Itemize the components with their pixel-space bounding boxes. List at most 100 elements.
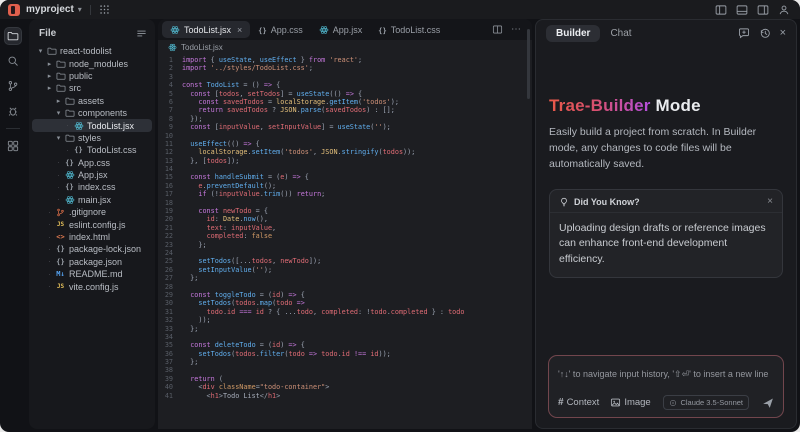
- folder-icon: [54, 59, 67, 69]
- tree-item-styles[interactable]: ▾ styles: [32, 132, 152, 144]
- tree-item-package-json[interactable]: · {} package.json: [32, 256, 152, 268]
- apps-grid-icon[interactable]: [99, 4, 110, 15]
- tree-item-todolist-css[interactable]: · {} TodoList.css: [32, 144, 152, 156]
- code-line: 13 }, [todos]);: [164, 156, 240, 165]
- code-line: 22 completed: false: [164, 232, 273, 241]
- editor-tab-app-jsx[interactable]: App.jsx: [311, 21, 371, 38]
- builder-heading-gradient: Trae-Builder: [549, 96, 651, 115]
- builder-heading: Trae-Builder Mode: [549, 96, 783, 116]
- code-line: 27 };: [164, 274, 199, 283]
- code-area[interactable]: 1 import { useState, useEffect } from 're…: [158, 54, 532, 429]
- titlebar-right-icons: [715, 4, 790, 16]
- search-icon[interactable]: [4, 52, 22, 70]
- tree-item--gitignore[interactable]: · .gitignore: [32, 206, 152, 218]
- file-label: index.css: [78, 182, 116, 193]
- editor-tab-todolist-jsx[interactable]: TodoList.jsx ×: [162, 21, 251, 38]
- file-bullet: ·: [48, 244, 51, 254]
- tree-item-react-todolist[interactable]: ▾ react-todolist: [32, 45, 152, 57]
- tab-label: TodoList.jsx: [184, 24, 232, 35]
- code-line: 15 const handleSubmit = (e) => {: [164, 173, 309, 182]
- code-line: 16 e.preventDefault();: [164, 181, 277, 190]
- tree-item-readme-md[interactable]: · M↓ README.md: [32, 268, 152, 280]
- did-you-know-card: Did You Know? × Uploading design drafts …: [549, 189, 783, 278]
- tip-close-icon[interactable]: ×: [767, 196, 773, 207]
- files-icon[interactable]: [4, 27, 22, 45]
- tab-builder[interactable]: Builder: [546, 24, 601, 42]
- tree-item-index-html[interactable]: · <> index.html: [32, 231, 152, 243]
- breadcrumb-file: TodoList.jsx: [181, 42, 223, 52]
- tree-item-todolist-jsx[interactable]: · TodoList.jsx: [32, 119, 152, 132]
- file-label: package-lock.json: [69, 244, 142, 255]
- close-tab-icon[interactable]: ×: [237, 25, 242, 35]
- tree-item-eslint-config-js[interactable]: · JS eslint.config.js: [32, 218, 152, 230]
- tree-item-components[interactable]: ▾ components: [32, 107, 152, 119]
- file-label: node_modules: [69, 58, 129, 69]
- source-control-icon[interactable]: [4, 77, 22, 95]
- code-line: 24: [164, 248, 173, 257]
- file-label: index.html: [69, 232, 111, 243]
- explorer-options-icon[interactable]: [136, 28, 147, 39]
- code-line: 19 const newTodo = {: [164, 207, 268, 216]
- extensions-icon[interactable]: [4, 137, 22, 155]
- file-bullet: ·: [48, 207, 51, 217]
- project-name[interactable]: myproject: [26, 4, 74, 15]
- image-button[interactable]: Image: [610, 397, 651, 408]
- context-button[interactable]: # Context: [558, 397, 599, 408]
- send-icon[interactable]: [762, 397, 774, 409]
- trae-logo-icon[interactable]: [8, 3, 20, 16]
- chevron-down-icon[interactable]: ▾: [78, 5, 82, 14]
- tree-item-assets[interactable]: ▸ assets: [32, 95, 152, 107]
- split-editor-icon[interactable]: [492, 24, 503, 35]
- js-icon: JS: [56, 221, 65, 229]
- file-label: App.css: [78, 157, 111, 168]
- tree-item-main-jsx[interactable]: · main.jsx: [32, 194, 152, 206]
- code-line: 39 return (: [164, 374, 223, 383]
- panel-bottom-icon[interactable]: [736, 4, 748, 16]
- file-label: README.md: [69, 269, 123, 280]
- tree-item-src[interactable]: ▸ src: [32, 82, 152, 94]
- file-bullet: ·: [66, 121, 69, 131]
- editor-tab-app-css[interactable]: {} App.css: [250, 21, 310, 38]
- chat-input-box[interactable]: # Context Image Claude 3.5-Sonnet: [548, 355, 784, 418]
- history-icon[interactable]: [759, 27, 771, 39]
- react-icon: [72, 121, 85, 131]
- builder-header-icons: ×: [738, 27, 786, 39]
- panel-right-icon[interactable]: [757, 4, 769, 16]
- code-line: 14: [164, 165, 173, 174]
- tree-item-vite-config-js[interactable]: · JS vite.config.js: [32, 280, 152, 292]
- chat-input[interactable]: [558, 369, 774, 379]
- close-icon[interactable]: ×: [780, 27, 786, 39]
- model-selector[interactable]: Claude 3.5-Sonnet: [663, 395, 749, 410]
- debug-icon[interactable]: [4, 102, 22, 120]
- tree-item-app-css[interactable]: · {} App.css: [32, 157, 152, 169]
- tree-item-app-jsx[interactable]: · App.jsx: [32, 169, 152, 181]
- chevron-down-icon: ▾: [56, 134, 61, 142]
- code-line: 6 const savedTodos = localStorage.getIte…: [168, 97, 399, 106]
- new-chat-icon[interactable]: [738, 27, 750, 39]
- tree-item-node-modules[interactable]: ▸ node_modules: [32, 57, 152, 69]
- code-line: 36 setTodos(todos.filter(todo => todo.id…: [164, 349, 391, 358]
- tab-chat[interactable]: Chat: [600, 25, 641, 42]
- breadcrumb[interactable]: TodoList.jsx: [158, 40, 532, 54]
- editor-tab-todolist-css[interactable]: {} TodoList.css: [370, 21, 448, 38]
- file-label: styles: [78, 132, 102, 143]
- react-icon: [170, 25, 180, 35]
- folder-icon: [45, 46, 58, 56]
- editor-scrollbar[interactable]: [527, 29, 530, 99]
- more-actions-icon[interactable]: ⋯: [511, 24, 522, 35]
- account-icon[interactable]: [778, 4, 790, 16]
- code-line: 21 text: inputValue,: [164, 223, 277, 232]
- tree-item-public[interactable]: ▸ public: [32, 70, 152, 82]
- code-line: 4 const TodoList = () => {: [168, 81, 281, 90]
- code-line: 34: [164, 332, 173, 341]
- code-line: 3: [168, 72, 173, 81]
- chevron-right-icon: ▸: [47, 60, 52, 68]
- tree-item-package-lock-json[interactable]: · {} package-lock.json: [32, 243, 152, 255]
- code-line: 26 setInputValue('');: [164, 265, 273, 274]
- code-line: 5 const [todos, setTodos] = useState(() …: [168, 89, 363, 98]
- tree-item-index-css[interactable]: · {} index.css: [32, 181, 152, 193]
- panel-left-icon[interactable]: [715, 4, 727, 16]
- file-bullet: ·: [48, 269, 51, 279]
- react-icon: [63, 195, 76, 205]
- chevron-down-icon: ▾: [38, 48, 43, 56]
